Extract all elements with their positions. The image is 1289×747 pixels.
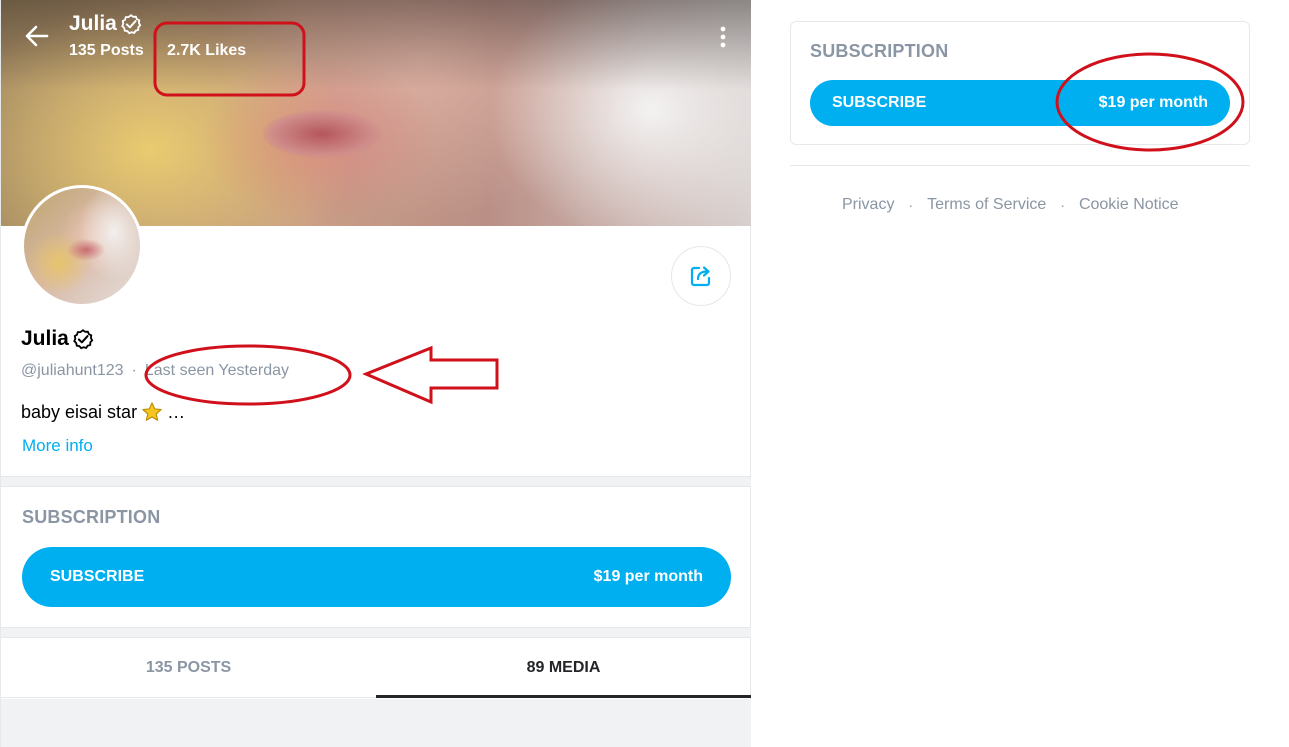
header-stats: 135 Posts · 2.7K Likes [69, 42, 246, 60]
header-posts-count: 135 Posts [69, 42, 144, 59]
sidebar-subscription-heading: SUBSCRIPTION [810, 41, 949, 61]
sidebar-subscription-card: SUBSCRIPTION SUBSCRIBE $19 per month [790, 21, 1250, 145]
page-root: Julia 135 Posts · 2.7K Likes Julia @juli… [0, 0, 1289, 747]
sidebar-divider [790, 165, 1250, 166]
tab-media[interactable]: 89 MEDIA [376, 638, 751, 698]
footer-link-terms[interactable]: Terms of Service [927, 196, 1046, 214]
subscription-heading: SUBSCRIPTION [22, 507, 161, 527]
bio-text: baby eisai star [21, 401, 138, 422]
header-separator: · [152, 42, 159, 59]
section-divider [1, 476, 751, 487]
footer-links: Privacy · Terms of Service · Cookie Noti… [842, 196, 1179, 214]
profile-username: @juliahunt123 [21, 362, 124, 379]
meta-separator: · [131, 362, 137, 379]
back-button[interactable] [23, 22, 51, 50]
content-tabs: 135 POSTS 89 MEDIA [1, 638, 751, 698]
subscribe-button[interactable]: SUBSCRIBE $19 per month [22, 547, 731, 607]
tab-posts[interactable]: 135 POSTS [1, 638, 376, 697]
footer-separator: · [908, 197, 914, 213]
more-options-button[interactable] [713, 24, 733, 50]
back-arrow-icon [25, 25, 49, 47]
sidebar-subscribe-label: SUBSCRIBE [832, 94, 927, 111]
verified-check-icon [121, 14, 142, 35]
content-area [1, 699, 751, 747]
footer-separator: · [1060, 197, 1065, 213]
bio-ellipsis: … [167, 401, 186, 422]
sidebar-subscribe-button[interactable]: SUBSCRIBE $19 per month [810, 80, 1230, 126]
profile-name-text: Julia [21, 327, 69, 350]
subscribe-price: $19 per month [593, 568, 703, 585]
last-seen-status: Last seen Yesterday [144, 362, 289, 379]
section-divider [1, 627, 751, 638]
header-likes-count: 2.7K Likes [167, 42, 247, 59]
profile-column: Julia 135 Posts · 2.7K Likes Julia @juli… [0, 0, 751, 747]
avatar[interactable] [21, 185, 143, 307]
sidebar-subscribe-price: $19 per month [1098, 94, 1208, 111]
footer-link-privacy[interactable]: Privacy [842, 196, 894, 214]
verified-check-icon [73, 329, 94, 350]
more-info-link[interactable]: More info [22, 436, 93, 456]
share-icon [690, 266, 711, 287]
subscribe-button-label: SUBSCRIBE [50, 568, 145, 585]
profile-name: Julia [21, 327, 94, 351]
profile-meta: @juliahunt123 · Last seen Yesterday [21, 362, 289, 380]
more-vertical-icon [720, 26, 726, 48]
cover-photo-detail [263, 110, 381, 158]
header-title: Julia [69, 12, 142, 36]
footer-link-cookie[interactable]: Cookie Notice [1079, 196, 1179, 214]
profile-bio: baby eisai star … [21, 401, 185, 423]
star-emoji-icon [142, 402, 162, 421]
header-name: Julia [69, 12, 117, 35]
share-button[interactable] [671, 246, 731, 306]
